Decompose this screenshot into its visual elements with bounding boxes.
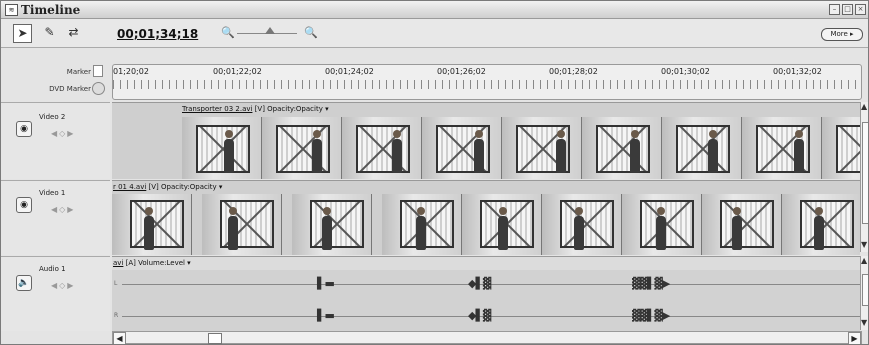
clip-name[interactable]: avi [113,259,123,267]
track-name: Video 2 [39,113,66,121]
clip-label-video-1[interactable]: r 01 4.avi [V] Opacity:Opacity ▾ [113,183,222,191]
audio-vertical-scrollbar[interactable]: ▲ ▼ [860,256,868,330]
clip-audio-1[interactable]: L R ▌▬ ◆▌▓ ▓▓▌▓▶ ▌▬ ◆▌▓ ▓▓▌▓▶ [112,270,860,331]
audio-peak: ▓▓▌▓▶ [632,309,670,322]
ruler-tick-label: 00;01;30;02 [661,67,710,76]
zoom-out-icon[interactable]: 🔍 [221,26,235,39]
scroll-right-icon[interactable]: ▶ [848,332,861,344]
current-timecode[interactable]: 00;01;34;18 [117,27,198,41]
scroll-down-icon[interactable]: ▼ [861,240,867,249]
minimize-icon[interactable]: – [829,4,840,15]
title-bar: ≋ Timeline – □ × [1,1,868,19]
audio-waveform-left [122,284,860,285]
window-title: Timeline [21,3,81,17]
clip-effect[interactable]: [V] Opacity:Opacity ▾ [252,105,329,113]
scroll-up-icon[interactable]: ▲ [861,102,867,111]
scroll-up-icon[interactable]: ▲ [861,256,867,265]
close-icon[interactable]: × [855,4,866,15]
keyframe-nav-icon[interactable]: ◀◇▶ [51,205,75,214]
ruler-tick-label: 00;01;24;02 [325,67,374,76]
ruler-ticks [113,80,861,89]
clip-name[interactable]: Transporter 03 2.avi [182,105,252,113]
clip-label-video-2[interactable]: Transporter 03 2.avi [V] Opacity:Opacity… [182,105,329,113]
track-area-video-2[interactable]: Transporter 03 2.avi [V] Opacity:Opacity… [112,102,860,179]
channel-label-left: L [114,280,118,287]
clip-thumbnail [422,117,502,179]
dvd-marker-icon[interactable] [92,82,105,95]
timeline-panel-icon: ≋ [5,4,18,16]
marker-label: Marker [66,68,91,76]
channel-label-right: R [114,312,119,319]
clip-name[interactable]: r 01 4.avi [113,183,146,191]
clip-thumbnail [182,117,262,179]
keyframe-nav-icon[interactable]: ◀◇▶ [51,281,75,290]
audio-peak: ▌▬ [317,277,335,290]
zoom-slider-thumb[interactable] [265,27,275,34]
scroll-left-icon[interactable]: ◀ [113,332,126,344]
zoom-in-icon[interactable]: 🔍 [304,26,318,39]
clip-thumbnail [292,194,372,255]
clip-thumbnail [542,194,622,255]
clip-thumbnail [502,117,582,179]
track-area-audio-1[interactable]: avi [A] Volume:Level ▾ L R ▌▬ ◆▌▓ ▓▓▌▓▶ … [112,256,860,331]
eye-toggle-icon[interactable]: ◉ [16,197,32,213]
track-name: Audio 1 [39,265,66,273]
clip-effect[interactable]: [A] Volume:Level ▾ [123,259,191,267]
more-button[interactable]: More ▸ [821,28,863,41]
track-header-audio-1[interactable]: 🔈 Audio 1 ◀◇▶ [1,256,110,331]
clip-label-audio-1[interactable]: avi [A] Volume:Level ▾ [113,259,191,267]
horizontal-scrollbar[interactable]: ◀ ▶ [112,331,862,344]
scroll-down-icon[interactable]: ▼ [861,318,867,327]
clip-video-2[interactable] [182,117,860,179]
audio-peak: ▓▓▌▓▶ [632,277,670,290]
marker-icon[interactable] [93,65,103,77]
ruler-tick-label: 00;01;26;02 [437,67,486,76]
track-header-video-2[interactable]: ◉ Video 2 ◀◇▶ [1,102,110,179]
track-name: Video 1 [39,189,66,197]
ruler-tick-label: 00;01;28;02 [549,67,598,76]
clip-thumbnail [342,117,422,179]
audio-peak: ▌▬ [317,309,335,322]
audio-peak: ◆▌▓ [468,309,491,322]
keyframe-nav-icon[interactable]: ◀◇▶ [51,129,75,138]
speaker-icon[interactable]: 🔈 [16,275,32,291]
ripple-edit-icon[interactable]: ⇄ [65,24,82,41]
clip-thumbnail [702,194,782,255]
timeline-toolbar: ➤ ✎ ⇄ 00;01;34;18 🔍 🔍 More ▸ [1,19,868,48]
scroll-thumb[interactable] [208,333,222,344]
audio-peak: ◆▌▓ [468,277,491,290]
video-vertical-scrollbar[interactable]: ▲ ▼ [860,102,868,252]
clip-thumbnail [382,194,462,255]
clip-thumbnail [742,117,822,179]
clip-thumbnail [582,117,662,179]
clip-thumbnail [462,194,542,255]
clip-thumbnail [782,194,860,255]
arrow-select-icon[interactable]: ➤ [13,24,32,43]
clip-thumbnail [662,117,742,179]
ruler-tick-label: 00;01;32;02 [773,67,822,76]
eye-toggle-icon[interactable]: ◉ [16,121,32,137]
clip-video-1[interactable] [112,194,860,255]
scroll-thumb[interactable] [862,274,868,306]
clip-thumbnail [202,194,282,255]
timeline-window: ≋ Timeline – □ × ➤ ✎ ⇄ 00;01;34;18 🔍 🔍 M… [0,0,869,345]
clip-thumbnail [822,117,860,179]
dvd-marker-label: DVD Marker [49,85,91,93]
track-area-video-1[interactable]: r 01 4.avi [V] Opacity:Opacity ▾ [112,180,860,255]
scroll-thumb[interactable] [862,122,868,224]
maximize-icon[interactable]: □ [842,4,853,15]
track-header-video-1[interactable]: ◉ Video 1 ◀◇▶ [1,180,110,255]
clip-thumbnail [112,194,192,255]
clip-effect[interactable]: [V] Opacity:Opacity ▾ [146,183,223,191]
clip-thumbnail [262,117,342,179]
ruler-tick-label: 00;01;22;02 [213,67,262,76]
time-ruler[interactable]: 01;20;02 00;01;22;02 00;01;24;02 00;01;2… [112,64,862,100]
audio-waveform-right [122,316,860,317]
clip-thumbnail [622,194,702,255]
ruler-tick-label: 01;20;02 [113,67,149,76]
razor-icon[interactable]: ✎ [41,24,58,41]
